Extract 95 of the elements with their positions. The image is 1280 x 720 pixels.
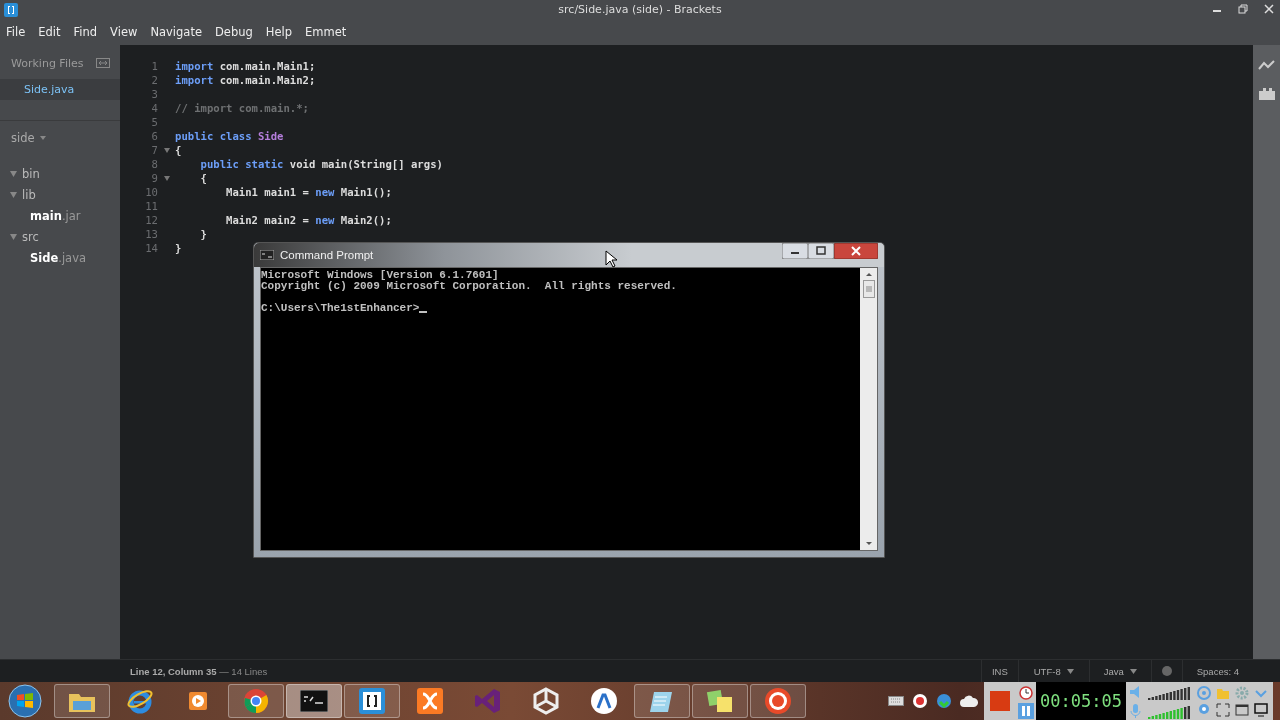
- console-text: Microsoft Windows [Version 6.1.7601]: [261, 270, 499, 281]
- code-line: }: [199, 228, 207, 240]
- speaker-level-meter: [1127, 683, 1192, 700]
- console-icon: [300, 690, 328, 712]
- folder-name[interactable]: bin: [22, 166, 40, 181]
- webcam-icon[interactable]: [1196, 702, 1211, 717]
- menu-item[interactable]: File: [6, 24, 26, 39]
- line-number: 4: [150, 102, 158, 114]
- line-number: 9: [150, 172, 158, 184]
- code-line: {: [199, 172, 207, 184]
- live-preview-icon[interactable]: [1257, 59, 1276, 71]
- maximize-button[interactable]: [808, 243, 834, 259]
- recording-timer: 00:05:05: [1036, 682, 1126, 720]
- caret-icon[interactable]: [39, 136, 46, 140]
- minimize-button[interactable]: [782, 243, 808, 259]
- folder-name[interactable]: src: [22, 229, 39, 244]
- restore-icon[interactable]: [1238, 4, 1248, 14]
- e-logo-icon: [126, 687, 154, 715]
- working-file-item[interactable]: Side.java: [0, 79, 120, 100]
- menu-item[interactable]: Debug: [215, 24, 253, 39]
- disclosure-triangle-icon[interactable]: [10, 191, 17, 198]
- code-line: import com.main.Main2;: [175, 74, 316, 86]
- menu-item[interactable]: Edit: [38, 24, 61, 39]
- split-view-icon[interactable]: [96, 58, 110, 68]
- alarm-clock-icon[interactable]: [1018, 683, 1034, 700]
- linter-status-icon[interactable]: [1161, 666, 1172, 676]
- line-number: 10: [144, 186, 158, 198]
- project-name[interactable]: side: [11, 131, 35, 145]
- line-number: 7: [150, 144, 158, 156]
- record-icon: [764, 687, 792, 715]
- console-text: Copyright (c) 2009 Microsoft Corporation. All rights reserved.: [261, 281, 677, 292]
- line-number: 2: [150, 74, 158, 86]
- window-title: src/Side.java (side) - Brackets: [558, 2, 722, 16]
- code-line: public class Side: [175, 130, 284, 142]
- cloud-icon[interactable]: [960, 695, 978, 707]
- x-logo-icon: [417, 688, 443, 714]
- code-line: }: [175, 242, 182, 254]
- line-number: 13: [144, 228, 158, 240]
- fold-arrow-icon[interactable]: [163, 175, 170, 181]
- record-icon[interactable]: [912, 693, 928, 709]
- cursor-position: Line 12, Column 35 — 14 Lines: [130, 665, 268, 677]
- scroll-thumb[interactable]: [862, 280, 875, 298]
- file-name[interactable]: main.jar: [30, 208, 81, 223]
- working-files-title: Working Files: [11, 56, 84, 70]
- line-number: 12: [144, 214, 158, 226]
- keyboard-icon[interactable]: [888, 696, 904, 706]
- line-number: 6: [150, 130, 158, 142]
- close-button[interactable]: [834, 243, 878, 259]
- taskbar-app-button[interactable]: [750, 684, 806, 718]
- menu-item[interactable]: View: [110, 24, 138, 39]
- line-number: 5: [150, 116, 158, 128]
- pause-button[interactable]: [1018, 702, 1034, 719]
- line-number: 8: [150, 158, 158, 170]
- menu-item[interactable]: Find: [73, 24, 98, 39]
- file-name[interactable]: Side.java: [30, 250, 87, 265]
- menu-item[interactable]: Help: [265, 24, 293, 39]
- window-capture-icon[interactable]: [1234, 702, 1249, 717]
- disclosure-triangle-icon[interactable]: [10, 233, 17, 240]
- console-prompt: C:\Users\The1stEnhancer>: [261, 303, 420, 314]
- code-line: Main1 main1 = new Main1();: [225, 186, 392, 198]
- line-number: 14: [144, 242, 158, 254]
- taskbar-app-button[interactable]: [344, 684, 400, 718]
- letter-a-icon: [590, 687, 618, 715]
- round-logo-icon: [242, 687, 270, 715]
- folder-name[interactable]: lib: [22, 187, 36, 202]
- monitor-icon[interactable]: [1253, 702, 1268, 717]
- taskbar-app-button[interactable]: [286, 684, 342, 718]
- sticky-notes-icon: [705, 688, 735, 714]
- line-number: 3: [150, 88, 158, 100]
- caret-icon: [1129, 668, 1137, 674]
- line-number: 11: [144, 200, 158, 212]
- microphone-level-meter: [1127, 702, 1192, 719]
- code-line: {: [175, 144, 182, 156]
- console-icon: [260, 250, 274, 260]
- line-number: 1: [150, 60, 158, 72]
- text-cursor: [419, 311, 428, 313]
- download-manager-icon[interactable]: [936, 693, 952, 709]
- close-icon[interactable]: [1264, 4, 1274, 14]
- fold-arrow-icon[interactable]: [163, 147, 170, 153]
- extensions-icon[interactable]: [1257, 87, 1276, 101]
- app-logo-icon: [4, 3, 18, 17]
- caret-icon: [1066, 668, 1074, 674]
- cube-logo-icon: [532, 687, 560, 715]
- menu-item[interactable]: Emmet: [305, 24, 347, 39]
- infinity-logo-icon: [474, 687, 502, 715]
- menu-item[interactable]: Navigate: [150, 24, 202, 39]
- window-title: Command Prompt: [280, 249, 374, 261]
- code-line: public static void main(String[] args): [199, 158, 443, 170]
- code-line: // import com.main.*;: [175, 102, 309, 114]
- start-button[interactable]: [8, 684, 42, 718]
- disclosure-triangle-icon[interactable]: [10, 170, 17, 177]
- code-line: Main2 main2 = new Main2();: [225, 214, 392, 226]
- scrollbar[interactable]: [860, 268, 877, 550]
- code-line: import com.main.Main1;: [175, 60, 316, 72]
- brackets-logo-icon: [359, 688, 385, 714]
